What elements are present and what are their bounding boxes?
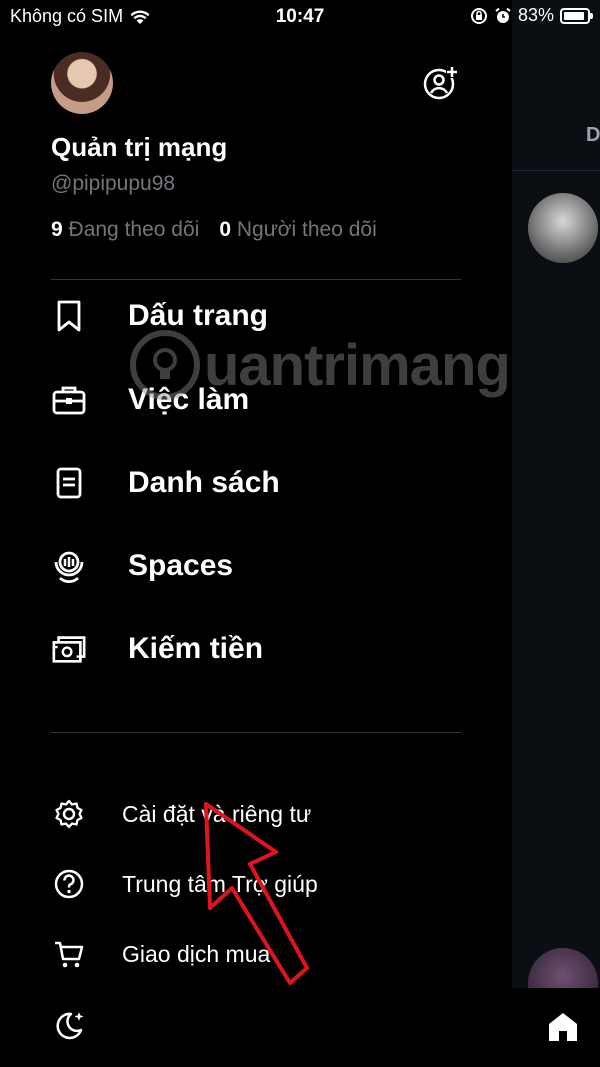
avatar[interactable]	[51, 52, 113, 114]
add-account-icon[interactable]	[422, 64, 460, 102]
menu-item-label: Dấu trang	[128, 299, 269, 332]
rotation-lock-icon	[470, 7, 487, 24]
timeline-backdrop[interactable]: D	[512, 0, 600, 1067]
followers-label: Người theo dõi	[236, 218, 377, 241]
lightbulb-icon	[130, 330, 200, 400]
menu-item-spaces[interactable]: Spaces	[51, 548, 233, 584]
home-icon[interactable]	[546, 1010, 580, 1044]
follow-stats: 9 Đang theo dõi 0 Người theo dõi	[51, 218, 377, 242]
followers-count: 0	[219, 218, 231, 241]
watermark: uantrimang	[130, 330, 511, 400]
status-right: 83%	[470, 5, 593, 26]
menu-item-monetization[interactable]: Kiếm tiền	[51, 631, 263, 667]
cart-icon	[51, 936, 87, 972]
alarm-icon	[495, 7, 511, 23]
gear-icon	[51, 796, 87, 832]
menu-item-label: Danh sách	[128, 466, 280, 499]
divider	[51, 279, 461, 280]
profile-name[interactable]: Quản trị mạng	[51, 132, 227, 163]
followers-link[interactable]: 0 Người theo dõi	[219, 218, 376, 242]
menu-item-lists[interactable]: Danh sách	[51, 465, 280, 501]
timeline-avatar	[528, 193, 598, 263]
list-icon	[51, 465, 87, 501]
divider	[51, 732, 461, 733]
battery-percent: 83%	[517, 5, 554, 25]
menu-item-label: Kiếm tiền	[128, 632, 264, 665]
bookmark-icon	[51, 298, 87, 334]
spaces-icon	[51, 548, 87, 584]
menu-item-bookmarks[interactable]: Dấu trang	[51, 298, 268, 334]
following-label: Đang theo dõi	[68, 218, 200, 241]
menu-item-label: Spaces	[128, 549, 234, 582]
briefcase-icon	[51, 382, 87, 418]
profile-handle: @pipipupu98	[51, 172, 176, 195]
timeline-tab-label: D	[586, 124, 600, 146]
moon-icon	[51, 1008, 87, 1044]
annotation-arrow-icon	[204, 802, 309, 985]
money-icon	[51, 631, 87, 667]
following-link[interactable]: 9 Đang theo dõi	[51, 218, 199, 242]
timeline-divider	[512, 170, 600, 171]
battery-icon	[560, 7, 593, 24]
watermark-text: uantrimang	[204, 332, 511, 398]
status-bar: Không có SIM 10:47 83%	[0, 0, 600, 34]
theme-toggle[interactable]	[51, 1008, 87, 1044]
help-icon	[51, 866, 87, 902]
side-drawer: Quản trị mạng @pipipupu98 9 Đang theo dõ…	[0, 0, 512, 1067]
following-count: 9	[51, 218, 63, 241]
